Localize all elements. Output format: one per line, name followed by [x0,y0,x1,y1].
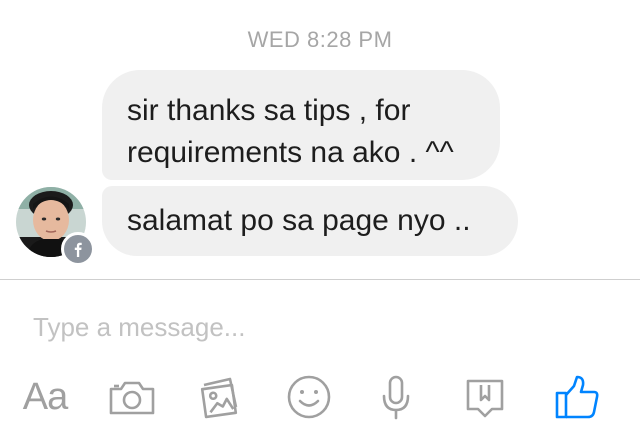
bookmark-icon [466,379,504,418]
gallery-button[interactable] [196,372,246,422]
microphone-icon [382,375,410,420]
like-button[interactable] [552,372,602,422]
message-line: sir thanks sa tips , for [127,94,411,127]
gallery-icon [200,377,238,419]
message-bubble[interactable]: sir thanks sa tips , for requirements na… [102,70,500,180]
text-style-button[interactable]: Aa [16,372,74,422]
like-thumbs-up-icon [555,375,599,419]
text-style-icon: Aa [22,375,68,418]
voice-clip-button[interactable] [374,372,418,422]
composer-divider [0,279,640,280]
emoji-icon [287,375,331,419]
message-input[interactable] [33,309,553,345]
emoji-button[interactable] [284,372,334,422]
message-timestamp: WED 8:28 PM [247,27,393,52]
message-line: requirements na ako . ^^ [127,136,454,169]
message-line: salamat po sa page nyo .. [127,204,471,237]
sender-avatar[interactable] [16,187,95,266]
camera-icon [109,381,155,415]
camera-button[interactable] [104,372,160,422]
message-bubble[interactable]: salamat po sa page nyo .. [102,186,518,256]
facebook-icon [61,232,95,266]
bookmark-button[interactable] [462,372,508,422]
